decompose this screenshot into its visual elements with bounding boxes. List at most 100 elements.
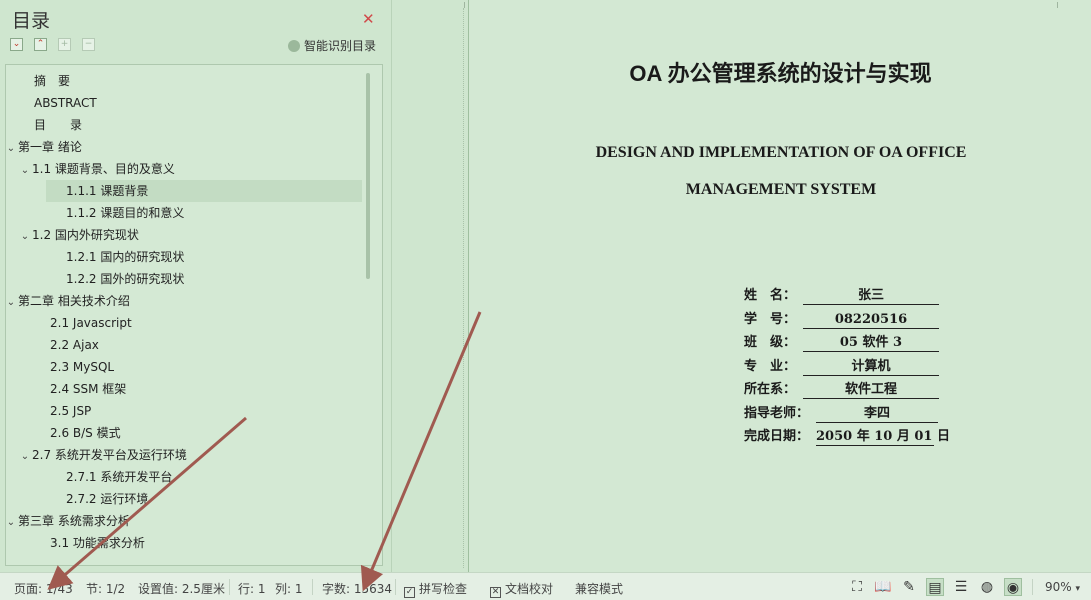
proofread-icon: ✕ <box>490 587 501 598</box>
zoom-value: 90% <box>1045 580 1072 594</box>
line-indicator: 行: 1 <box>238 582 266 596</box>
toc-item[interactable]: 2.5 JSP <box>50 400 91 422</box>
toc-item[interactable]: 1.1.2 课题目的和意义 <box>66 202 184 224</box>
toc-item[interactable]: 2.2 Ajax <box>50 334 99 356</box>
toc-item-label: 3.1 功能需求分析 <box>50 536 145 550</box>
web-view-icon[interactable]: ◍ <box>978 578 996 596</box>
doc-proofread-button[interactable]: ✕ 文档校对 <box>490 580 553 598</box>
pen-icon[interactable]: ✎ <box>900 578 918 596</box>
info-row: 学 号： 08220516 <box>744 309 939 331</box>
smart-recognize-icon <box>288 40 300 52</box>
remove-heading-icon[interactable]: − <box>82 38 95 51</box>
english-title-line-2: MANAGEMENT SYSTEM <box>685 181 877 198</box>
toc-item[interactable]: 1.2.2 国外的研究现状 <box>66 268 184 290</box>
info-row: 完成日期： 2050 年 10 月 01 日 <box>744 426 950 448</box>
toc-item-label: 1.2.1 国内的研究现状 <box>66 250 185 264</box>
info-row: 班 级： 05 软件 3 <box>744 332 939 354</box>
doc-proofread-label: 文档校对 <box>505 582 554 596</box>
info-value: 软件工程 <box>803 381 939 399</box>
english-title-line-1: DESIGN AND IMPLEMENTATION OF OA OFFICE <box>595 144 967 161</box>
toc-item[interactable]: ABSTRACT <box>34 92 97 114</box>
page-indicator[interactable]: 页面: 1/43 <box>14 580 73 597</box>
toc-title: 目录 <box>12 10 51 32</box>
toc-item-label: 1.2 国内外研究现状 <box>32 228 139 242</box>
toc-item[interactable]: 3.1 功能需求分析 <box>50 532 145 554</box>
toc-item-label: 1.1 课题背景、目的及意义 <box>32 162 175 176</box>
smart-recognize-toc-button[interactable]: 智能识别目录 <box>288 37 376 54</box>
toc-item[interactable]: 2.1 Javascript <box>50 312 132 334</box>
toc-item[interactable]: 2.3 MySQL <box>50 356 114 378</box>
checkbox-icon: ✓ <box>404 587 415 598</box>
outline-view-icon[interactable]: ☰ <box>952 578 970 596</box>
section-indicator: 节: 1/2 <box>86 582 126 596</box>
add-heading-icon[interactable]: + <box>58 38 71 51</box>
divider <box>1032 579 1033 595</box>
info-value: 08220516 <box>803 311 939 329</box>
chevron-down-icon[interactable]: ⌄ <box>18 226 32 248</box>
info-label: 指导老师： <box>744 405 810 421</box>
info-value: 2050 年 10 月 01 日 <box>816 429 950 446</box>
collapse-all-icon[interactable]: ⌄ <box>10 38 23 51</box>
info-value: 张三 <box>803 287 939 305</box>
toc-item[interactable]: 2.6 B/S 模式 <box>50 422 121 444</box>
info-value: 李四 <box>816 405 938 423</box>
document-page[interactable]: OA 办公管理系统的设计与实现 DESIGN AND IMPLEMENTATIO… <box>464 0 1091 572</box>
divider <box>229 579 230 595</box>
zoom-dropdown[interactable]: 90% ▾ <box>1045 580 1080 594</box>
crop-mark <box>1057 2 1063 8</box>
close-icon[interactable]: ✕ <box>362 10 375 28</box>
toc-item[interactable]: ⌄ 1.1 课题背景、目的及意义 <box>18 158 175 180</box>
word-count[interactable]: 字数: 15634 <box>322 580 392 597</box>
toc-item[interactable]: ⌄ 第三章 系统需求分析 <box>6 510 130 534</box>
toc-item[interactable]: ⌄ 第二章 相关技术介绍 <box>6 290 130 314</box>
smart-recognize-label: 智能识别目录 <box>304 39 377 53</box>
chevron-down-icon: ▾ <box>1075 584 1081 594</box>
divider <box>395 579 396 595</box>
toc-item[interactable]: ⌄ 2.7 系统开发平台及运行环境 <box>18 444 187 466</box>
toc-item[interactable]: 摘 要 <box>34 70 70 92</box>
toc-item-label: 2.6 B/S 模式 <box>50 426 121 440</box>
toc-item[interactable]: 1.1.1 课题背景 <box>46 180 362 202</box>
toc-item[interactable]: ⌄ 1.2 国内外研究现状 <box>18 224 139 246</box>
toc-item[interactable]: 目 录 <box>34 114 82 136</box>
fullscreen-icon[interactable]: ⛶ <box>848 578 866 596</box>
toc-item-label: 目 录 <box>34 118 83 132</box>
toc-item-label: 2.2 Ajax <box>50 338 99 352</box>
info-label: 专 业： <box>744 358 797 374</box>
chevron-down-icon[interactable]: ⌄ <box>6 138 18 160</box>
info-label: 姓 名： <box>744 288 797 303</box>
toc-item-label: 第二章 相关技术介绍 <box>18 294 130 308</box>
chevron-down-icon[interactable]: ⌄ <box>6 512 18 534</box>
document-title: OA 办公管理系统的设计与实现 <box>629 61 932 86</box>
toc-item[interactable]: 2.7.1 系统开发平台 <box>66 466 172 488</box>
info-row: 姓 名： 张三 <box>744 285 939 307</box>
toc-item-label: 2.3 MySQL <box>50 360 115 374</box>
spell-check-toggle[interactable]: ✓ 拼写检查 <box>404 580 467 598</box>
toc-scrollbar[interactable] <box>366 73 370 279</box>
margin-guide <box>463 8 464 568</box>
toc-item-label: 2.1 Javascript <box>50 316 132 330</box>
info-row: 指导老师： 李四 <box>744 403 938 425</box>
toc-item-label: 2.4 SSM 框架 <box>50 382 127 396</box>
info-label: 班 级： <box>744 335 797 350</box>
page-view-icon[interactable]: ▤ <box>926 578 944 596</box>
expand-all-icon[interactable]: ⌃ <box>34 38 47 51</box>
reading-mode-icon[interactable]: 📖 <box>874 578 892 596</box>
toc-item[interactable]: 2.7.2 运行环境 <box>66 488 148 510</box>
toc-item-label: 2.7.1 系统开发平台 <box>66 470 173 484</box>
chevron-down-icon[interactable]: ⌄ <box>6 292 18 314</box>
toc-list[interactable]: 摘 要 ABSTRACT 目 录 ⌄ 第一章 绪论 ⌄ 1.1 课题背景、目的及意义 1.1.… <box>5 64 383 566</box>
toc-item[interactable]: 1.2.1 国内的研究现状 <box>66 246 184 268</box>
toc-item[interactable]: 2.4 SSM 框架 <box>50 378 126 400</box>
chevron-down-icon[interactable]: ⌄ <box>18 160 32 182</box>
info-row: 所在系： 软件工程 <box>744 379 939 401</box>
column-indicator: 列: 1 <box>275 582 303 596</box>
setting-value: 设置值: 2.5厘米 <box>138 582 225 596</box>
compat-mode-label: 兼容模式 <box>575 582 624 596</box>
toc-item-label: 2.5 JSP <box>50 404 92 418</box>
chevron-down-icon[interactable]: ⌄ <box>18 446 32 468</box>
toc-item-label: ABSTRACT <box>34 96 97 110</box>
eye-protection-icon[interactable]: ◉ <box>1004 578 1022 596</box>
document-area[interactable]: OA 办公管理系统的设计与实现 DESIGN AND IMPLEMENTATIO… <box>393 0 1091 572</box>
toc-item[interactable]: ⌄ 第一章 绪论 <box>6 136 82 160</box>
